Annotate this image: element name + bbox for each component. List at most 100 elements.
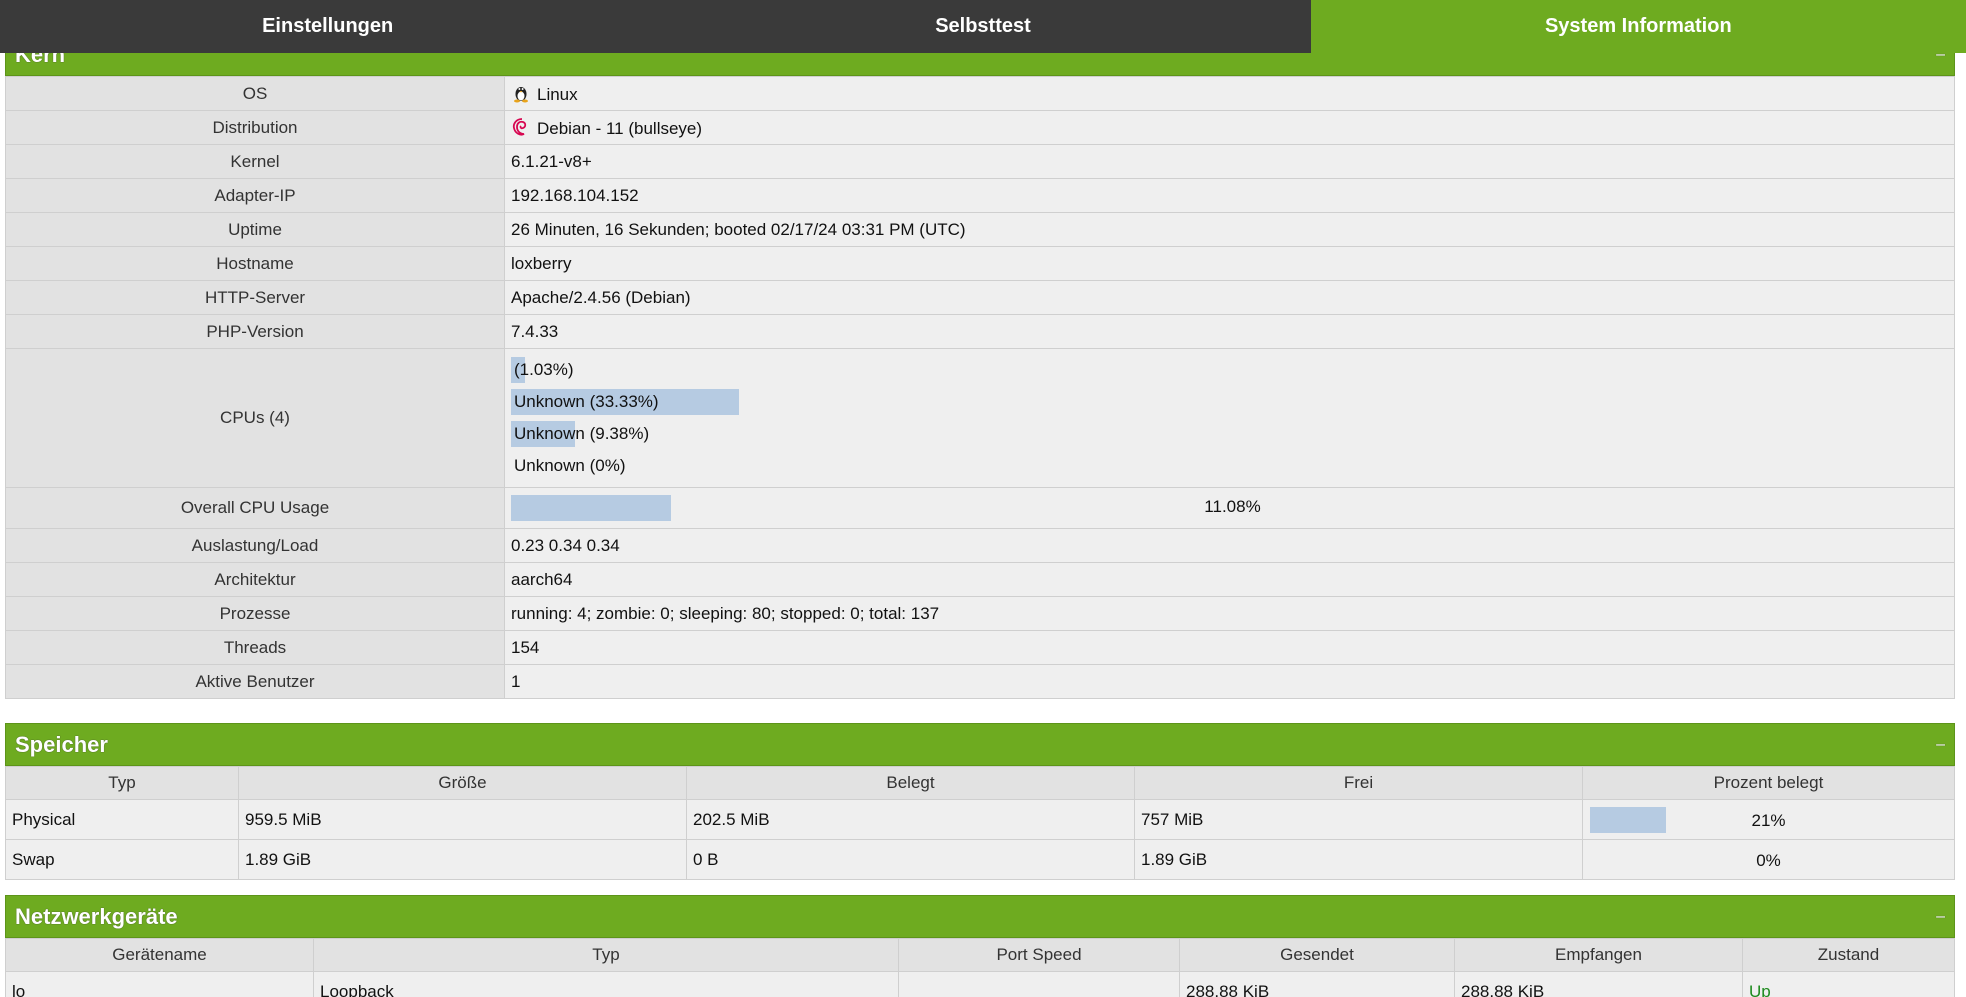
kern-panel: Kern – OS Linux Distribution Debian - 11 (b… <box>5 42 1955 699</box>
row-value: 26 Minuten, 16 Sekunden; booted 02/17/24… <box>504 212 1955 247</box>
row-value-text: loxberry <box>511 253 572 273</box>
row-value-text: 7.4.33 <box>511 321 559 341</box>
netzwerk-header[interactable]: Netzwerkgeräte – <box>5 895 1955 938</box>
col-zustand[interactable]: Zustand <box>1742 938 1955 972</box>
col-empfangen[interactable]: Empfangen <box>1454 938 1743 972</box>
table-row: Aktive Benutzer 1 <box>5 664 1955 699</box>
col-typ[interactable]: Typ <box>313 938 899 972</box>
col-port-speed[interactable]: Port Speed <box>898 938 1180 972</box>
speicher-title: Speicher <box>15 731 108 757</box>
collapse-icon[interactable]: – <box>1936 908 1945 926</box>
cpu-row: Unknown (9.38%) <box>511 418 1948 450</box>
row-value-text: Debian - 11 (bullseye) <box>537 118 703 138</box>
row-label: Distribution <box>5 110 505 145</box>
collapse-icon[interactable]: – <box>1936 736 1945 754</box>
col-belegt[interactable]: Belegt <box>686 766 1135 800</box>
row-value-text: 26 Minuten, 16 Sekunden; booted 02/17/24… <box>511 219 966 239</box>
row-value-text: 192.168.104.152 <box>511 185 639 205</box>
cell-used: 202.5 MiB <box>686 799 1135 840</box>
cell-typ: Physical <box>5 799 239 840</box>
cell-recv: 288.88 KiB <box>1454 971 1743 997</box>
cpu-meter: Unknown (33.33%) <box>511 389 739 415</box>
cell-percent: 0% <box>1582 839 1955 880</box>
tab-selbsttest[interactable]: Selbsttest <box>655 0 1311 53</box>
tab-system-information[interactable]: System Information <box>1310 0 1966 53</box>
cell-free: 757 MiB <box>1134 799 1583 840</box>
table-row: PHP-Version 7.4.33 <box>5 314 1955 349</box>
debian-icon <box>511 117 531 137</box>
table-row: HTTP-Server Apache/2.4.56 (Debian) <box>5 280 1955 315</box>
cell-typ: Swap <box>5 839 239 880</box>
cell-free: 1.89 GiB <box>1134 839 1583 880</box>
table-row: Threads 154 <box>5 630 1955 665</box>
row-label: Adapter-IP <box>5 178 505 213</box>
row-label: Uptime <box>5 212 505 247</box>
linux-icon <box>511 83 531 103</box>
overall-cpu-label: Overall CPU Usage <box>5 487 505 529</box>
col-gesendet[interactable]: Gesendet <box>1179 938 1455 972</box>
col-typ[interactable]: Typ <box>5 766 239 800</box>
kern-table: OS Linux Distribution Debian - 11 (bullseye… <box>5 76 1955 699</box>
row-value: loxberry <box>504 246 1955 281</box>
row-value: aarch64 <box>504 562 1955 597</box>
overall-cpu-value: 11.08% <box>1204 497 1261 516</box>
table-row: Swap 1.89 GiB 0 B 1.89 GiB 0% <box>5 839 1955 880</box>
row-label: PHP-Version <box>5 314 505 349</box>
memory-usage-value: 0% <box>1756 851 1781 870</box>
speicher-header[interactable]: Speicher – <box>5 723 1955 766</box>
table-row: Auslastung/Load 0.23 0.34 0.34 <box>5 528 1955 563</box>
cell-size: 1.89 GiB <box>238 839 687 880</box>
row-value: 154 <box>504 630 1955 665</box>
row-value: 192.168.104.152 <box>504 178 1955 213</box>
cpu-text: (1.03%) <box>514 360 574 379</box>
table-row: Adapter-IP 192.168.104.152 <box>5 178 1955 213</box>
cell-size: 959.5 MiB <box>238 799 687 840</box>
row-label: Kernel <box>5 144 505 179</box>
cell-state: Up <box>1742 971 1955 997</box>
col-groesse[interactable]: Größe <box>238 766 687 800</box>
cpu-meter: Unknown (9.38%) <box>511 421 652 447</box>
cpu-text: Unknown (0%) <box>514 456 626 475</box>
table-row: CPUs (4) (1.03%) Unknown (33.33%) Unknown … <box>5 348 1955 488</box>
row-value: 7.4.33 <box>504 314 1955 349</box>
row-label: OS <box>5 76 505 111</box>
table-row: Physical 959.5 MiB 202.5 MiB 757 MiB 21% <box>5 799 1955 840</box>
table-row: Architektur aarch64 <box>5 562 1955 597</box>
row-label: HTTP-Server <box>5 280 505 315</box>
cell-percent: 21% <box>1582 799 1955 840</box>
netzwerk-title: Netzwerkgeräte <box>15 903 178 929</box>
row-value: 1 <box>504 664 1955 699</box>
cpu-meter: (1.03%) <box>511 357 577 383</box>
cpu-text: Unknown (33.33%) <box>514 392 659 411</box>
cpu-text: Unknown (9.38%) <box>514 424 650 443</box>
cell-used: 0 B <box>686 839 1135 880</box>
row-label: Architektur <box>5 562 505 597</box>
row-value-text: Linux <box>537 84 578 104</box>
row-value-text: Apache/2.4.56 (Debian) <box>511 287 691 307</box>
row-value: Debian - 11 (bullseye) <box>504 110 1955 145</box>
table-row: Uptime 26 Minuten, 16 Sekunden; booted 02… <box>5 212 1955 247</box>
row-value: Apache/2.4.56 (Debian) <box>504 280 1955 315</box>
table-row: lo Loopback 288.88 KiB 288.88 KiB Up <box>5 971 1955 997</box>
col-prozent[interactable]: Prozent belegt <box>1582 766 1955 800</box>
cpu-row: Unknown (33.33%) <box>511 386 1948 418</box>
col-geraetename[interactable]: Gerätename <box>5 938 314 972</box>
row-value: 6.1.21-v8+ <box>504 144 1955 179</box>
tab-einstellungen[interactable]: Einstellungen <box>0 0 656 53</box>
top-navigation: Einstellungen Selbsttest System Informat… <box>0 0 1966 53</box>
speicher-panel: Speicher – Typ Größe Belegt Frei Prozent… <box>5 723 1955 880</box>
cpus-cell: (1.03%) Unknown (33.33%) Unknown (9.38%) Un… <box>504 348 1955 488</box>
overall-cpu-cell: 11.08% <box>504 487 1955 529</box>
netzwerk-table: Gerätename Typ Port Speed Gesendet Empfa… <box>5 938 1955 997</box>
speicher-table: Typ Größe Belegt Frei Prozent belegt Phy… <box>5 766 1955 880</box>
table-row: Hostname loxberry <box>5 246 1955 281</box>
cpu-meter: Unknown (0%) <box>511 453 629 479</box>
row-label: Threads <box>5 630 505 665</box>
col-frei[interactable]: Frei <box>1134 766 1583 800</box>
cpu-row: Unknown (0%) <box>511 450 1948 482</box>
row-label: Hostname <box>5 246 505 281</box>
row-value: running: 4; zombie: 0; sleeping: 80; sto… <box>504 596 1955 631</box>
row-value: Linux <box>504 76 1955 111</box>
memory-usage-value: 21% <box>1751 811 1786 830</box>
cpus-label: CPUs (4) <box>5 348 505 488</box>
